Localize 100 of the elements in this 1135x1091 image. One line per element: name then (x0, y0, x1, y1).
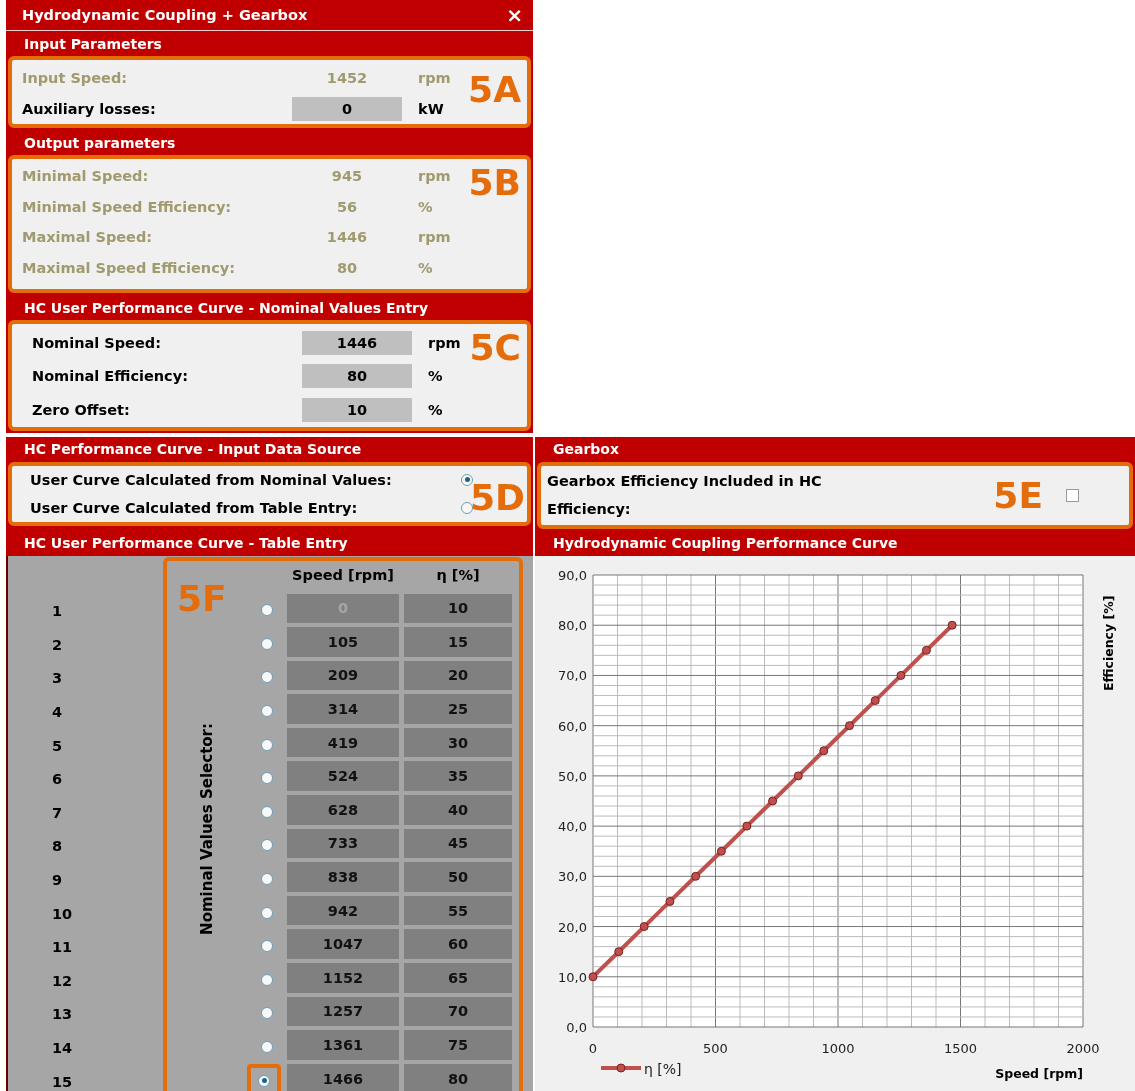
table-cell[interactable]: 15 (404, 627, 512, 657)
unit-label: rpm (417, 168, 452, 185)
table-cell[interactable]: 1257 (287, 996, 399, 1027)
field-label: Maximal Speed: (22, 229, 154, 246)
legend-icon (601, 1063, 641, 1072)
table-cell[interactable]: 75 (404, 1030, 512, 1060)
table-cell[interactable]: 30 (404, 727, 512, 758)
unit-label: % (427, 401, 444, 418)
table-cell[interactable]: 35 (404, 761, 512, 792)
field-label: Auxiliary losses: (22, 100, 157, 117)
field-label: Maximal Speed Efficiency: (22, 259, 236, 276)
table-cell[interactable]: 733 (287, 828, 399, 859)
radio-button[interactable] (261, 1041, 273, 1053)
data-point (793, 770, 803, 780)
radio-button[interactable] (261, 1007, 273, 1020)
tick-label: 20,0 (558, 919, 587, 935)
table-cell[interactable]: 1361 (287, 1030, 399, 1060)
table-cell[interactable]: 1466 (287, 1063, 399, 1091)
column-header: η [%] (435, 566, 481, 585)
callout-label: 5B (468, 165, 521, 201)
row-number: 13 (51, 1005, 74, 1025)
radio-button[interactable] (261, 873, 273, 886)
data-point (614, 946, 624, 956)
field-label: Zero Offset: (32, 401, 131, 418)
table-cell[interactable]: 419 (287, 727, 399, 758)
table-cell[interactable]: 70 (404, 996, 512, 1027)
row-number: 8 (51, 837, 64, 857)
table-cell[interactable]: 25 (404, 694, 512, 724)
table-cell[interactable]: 942 (287, 895, 399, 926)
row-number: 10 (51, 904, 74, 924)
data-point (896, 670, 906, 680)
table-cell[interactable]: 838 (287, 862, 399, 892)
checkbox[interactable] (1066, 488, 1079, 502)
data-point (691, 871, 701, 881)
field-label: Minimal Speed Efficiency: (22, 198, 233, 215)
input-field[interactable]: 80 (302, 364, 412, 389)
callout-label: 5D (470, 479, 525, 516)
radio-button[interactable] (261, 805, 273, 818)
radio-button[interactable] (261, 906, 273, 919)
radio-button[interactable] (261, 973, 273, 986)
data-point (639, 921, 649, 931)
checkbox-label: Gearbox Efficiency Included in HC Efficiency: (547, 472, 823, 519)
data-point (768, 796, 778, 805)
radio-button[interactable] (461, 501, 473, 514)
value-text: 56 (335, 197, 359, 217)
radio-button[interactable] (258, 1074, 270, 1087)
option-label: User Curve Calculated from Table Entry: (30, 499, 358, 516)
unit-label: % (417, 259, 434, 276)
row-number: 1 (51, 602, 64, 622)
tick-label: 80,0 (558, 617, 587, 633)
row-number: 7 (51, 803, 64, 823)
radio-button[interactable] (261, 637, 273, 650)
input-field[interactable]: 10 (302, 397, 412, 422)
table-cell[interactable]: 105 (287, 627, 399, 657)
row-number: 12 (51, 971, 74, 991)
table-cell[interactable]: 1047 (287, 929, 399, 960)
radio-button[interactable] (261, 940, 273, 953)
table-cell[interactable]: 40 (404, 795, 512, 825)
tick-label: 2000 (1066, 1040, 1100, 1056)
data-point (588, 971, 598, 981)
table-cell[interactable]: 65 (404, 963, 512, 993)
tick-label: 500 (703, 1040, 728, 1056)
selector-label: Nominal Values Selector: (198, 723, 216, 935)
table-cell[interactable]: 60 (404, 929, 512, 960)
input-field[interactable]: 0 (292, 96, 402, 121)
radio-button[interactable] (261, 738, 273, 751)
value-text: 1446 (325, 228, 369, 248)
radio-button[interactable] (261, 671, 273, 684)
radio-button[interactable] (461, 473, 473, 486)
table-cell[interactable]: 524 (287, 761, 399, 792)
table-cell[interactable]: 314 (287, 694, 399, 724)
table-cell[interactable]: 20 (404, 660, 512, 691)
table-cell[interactable]: 80 (404, 1063, 512, 1091)
input-field[interactable]: 1446 (302, 330, 412, 355)
close-button[interactable]: × (506, 3, 523, 27)
radio-button[interactable] (261, 772, 273, 785)
table-cell[interactable]: 50 (404, 862, 512, 892)
radio-button[interactable] (261, 705, 273, 718)
axis-title: Efficiency [%] (1101, 595, 1116, 691)
table-cell[interactable]: 628 (287, 795, 399, 825)
field-label: Nominal Speed: (32, 334, 162, 351)
data-point (665, 896, 675, 906)
tick-label: 50,0 (558, 768, 587, 784)
callout-label: 5C (469, 330, 521, 366)
table-cell[interactable]: 55 (404, 895, 512, 926)
table-cell[interactable]: 1152 (287, 963, 399, 993)
radio-button[interactable] (261, 839, 273, 852)
table-cell[interactable]: 10 (404, 593, 512, 624)
radio-button[interactable] (261, 604, 273, 617)
value-text: 945 (330, 167, 364, 187)
unit-label: % (427, 368, 444, 385)
table-cell[interactable]: 209 (287, 660, 399, 691)
row-number: 11 (51, 938, 74, 958)
value-text: 1452 (325, 68, 369, 88)
tick-label: 40,0 (558, 818, 587, 834)
row-number: 5 (51, 736, 64, 756)
tick-label: 30,0 (558, 868, 587, 884)
table-cell[interactable]: 45 (404, 828, 512, 859)
tick-label: 1000 (821, 1040, 855, 1056)
window-title: Hydrodynamic Coupling + Gearbox (22, 7, 308, 23)
